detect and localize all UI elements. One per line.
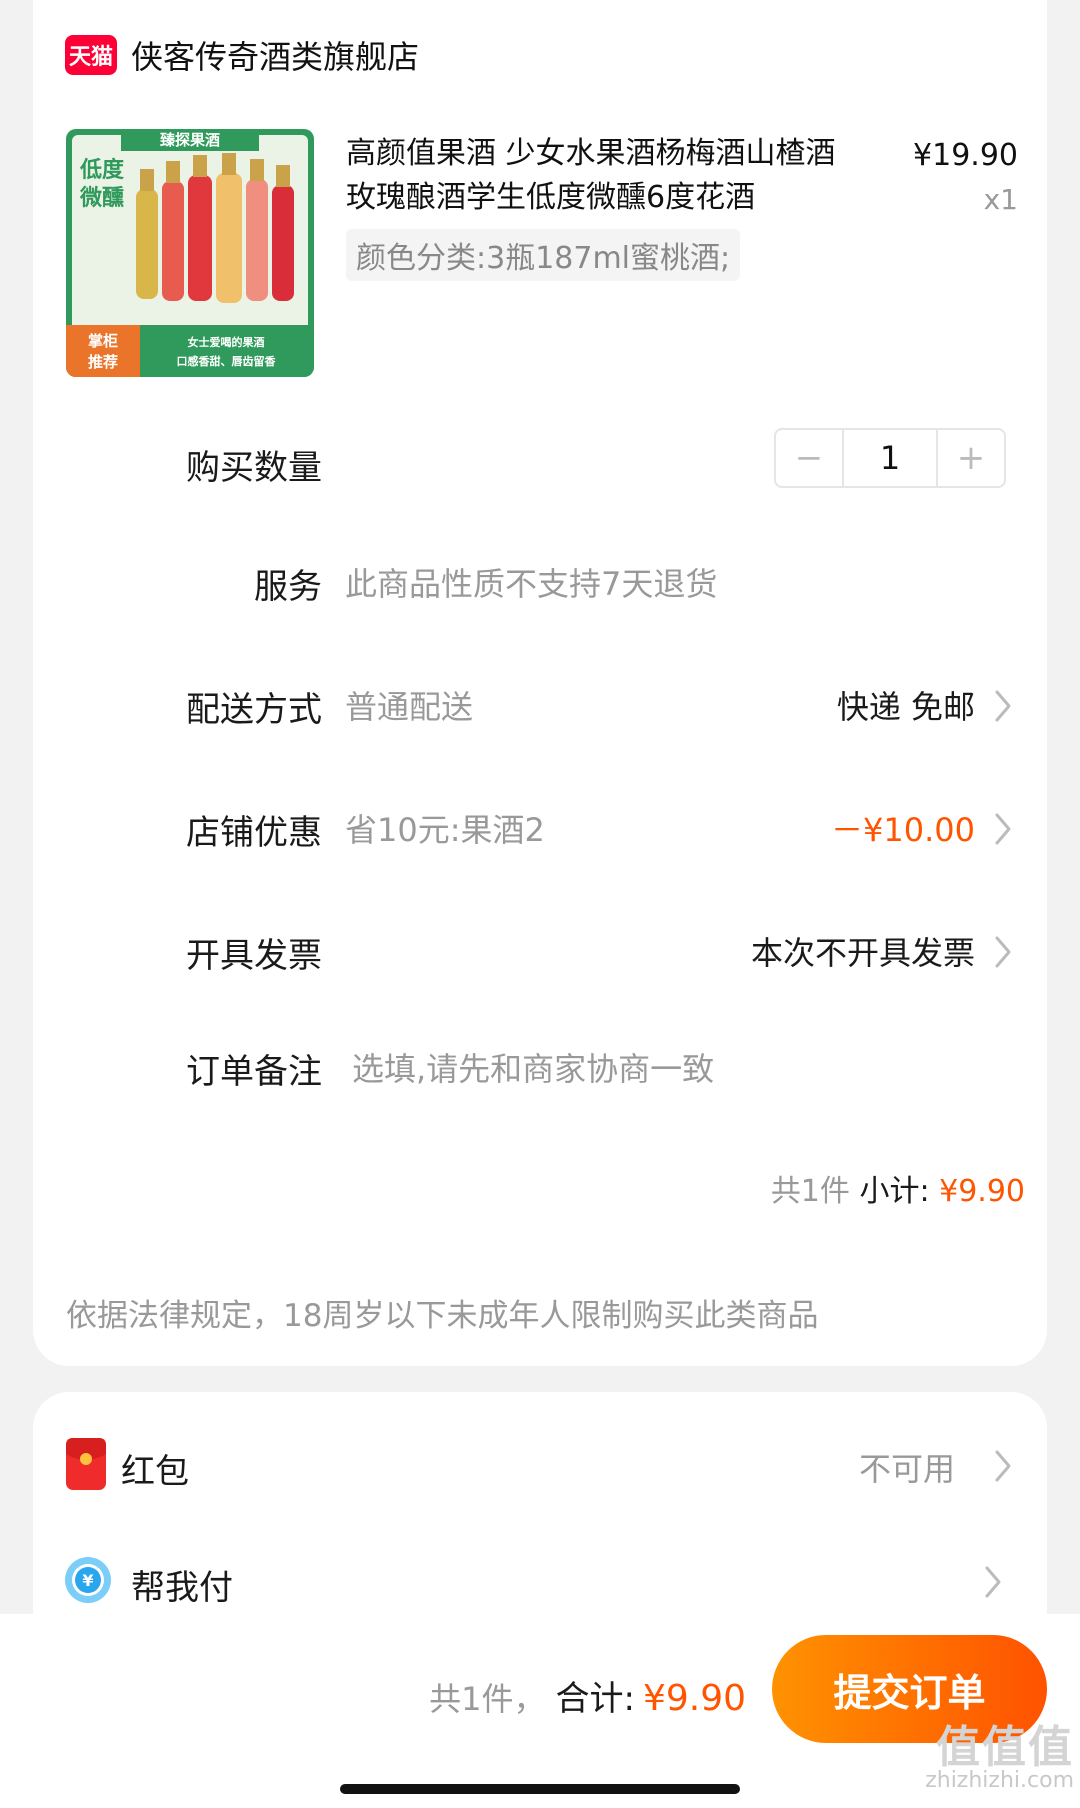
- chevron-right-icon: [995, 1450, 1011, 1482]
- total-amount: ¥9.90: [642, 1678, 746, 1719]
- image-side-text-2: 微醺: [79, 185, 124, 211]
- delivery-label: 配送方式: [186, 690, 322, 730]
- purchase-quantity-row: 购买数量 − 1 +: [33, 428, 1047, 494]
- chevron-right-icon: [985, 1566, 1001, 1598]
- chevron-right-icon: [995, 813, 1011, 845]
- tmall-logo: 天猫: [65, 35, 117, 75]
- chevron-right-icon: [995, 936, 1011, 968]
- product-quantity: x1: [983, 183, 1018, 216]
- purchase-quantity-label: 购买数量: [186, 448, 322, 488]
- shop-header[interactable]: 天猫 侠客传奇酒类旗舰店: [65, 30, 419, 80]
- shop-name: 侠客传奇酒类旗舰店: [131, 38, 420, 76]
- product-image-illustration: 臻探果酒 低度 微醺 掌柜 推荐 女士爱喝的果酒 口感香甜、唇齿留香: [66, 129, 314, 377]
- order-remark-row: 订单备注 选填,请先和商家协商一致: [33, 1038, 1047, 1098]
- invoice-value: 本次不开具发票: [750, 934, 975, 972]
- image-side-text-1: 低度: [79, 157, 125, 183]
- delivery-value: 普通配送: [345, 688, 474, 726]
- shop-discount-label: 店铺优惠: [186, 813, 322, 853]
- service-value: 此商品性质不支持7天退货: [345, 565, 718, 603]
- delivery-row[interactable]: 配送方式 普通配送 快递 免邮: [33, 676, 1047, 736]
- age-restriction-notice: 依据法律规定，18周岁以下未成年人限制购买此类商品: [66, 1298, 819, 1334]
- product-title[interactable]: 高颜值果酒 少女水果酒杨梅酒山楂酒玫瑰酿酒学生低度微醺6度花酒: [346, 132, 856, 220]
- plus-button[interactable]: +: [938, 430, 1004, 486]
- image-corner-text-2: 推荐: [88, 353, 118, 371]
- watermark-url: zhizhizhi.com: [925, 1768, 1074, 1793]
- red-packet-status: 不可用: [858, 1450, 955, 1488]
- service-label: 服务: [254, 567, 322, 607]
- checkout-bar: 共1件， 合计: ¥9.90 提交订单 值值值 zhizhizhi.com: [0, 1614, 1080, 1808]
- invoice-label: 开具发票: [186, 936, 322, 976]
- subtotal-amount: ¥9.90: [939, 1174, 1025, 1209]
- service-row: 服务 此商品性质不支持7天退货: [33, 553, 1047, 613]
- minus-button[interactable]: −: [776, 430, 842, 486]
- sku-tag[interactable]: 颜色分类:3瓶187ml蜜桃酒;: [346, 229, 741, 281]
- chevron-right-icon: [995, 690, 1011, 722]
- order-remark-label: 订单备注: [186, 1052, 322, 1092]
- svg-text:¥: ¥: [82, 1571, 93, 1590]
- pay-for-me-icon: ¥: [65, 1557, 111, 1603]
- invoice-row[interactable]: 开具发票 本次不开具发票: [33, 922, 1047, 982]
- delivery-method: 快递 免邮: [836, 688, 975, 726]
- quantity-input[interactable]: 1: [842, 430, 938, 486]
- subtotal: 共1件 小计: ¥9.90: [771, 1166, 1025, 1210]
- image-bottom-text-1: 女士爱喝的果酒: [188, 335, 265, 349]
- subtotal-label: 小计:: [859, 1174, 930, 1209]
- total-count: 共1件，: [429, 1680, 546, 1718]
- order-remark-input[interactable]: 选填,请先和商家协商一致: [352, 1044, 714, 1090]
- total-label: 合计:: [555, 1679, 635, 1719]
- quantity-stepper: − 1 +: [774, 428, 1006, 488]
- image-top-text: 臻探果酒: [160, 131, 220, 149]
- pay-for-me-row[interactable]: ¥ 帮我付: [33, 1552, 1047, 1612]
- red-packet-label: 红包: [121, 1452, 189, 1492]
- shop-discount-value: 省10元:果酒2: [345, 811, 545, 849]
- subtotal-count: 共1件: [770, 1174, 850, 1209]
- pay-for-me-label: 帮我付: [131, 1568, 233, 1608]
- product-thumbnail[interactable]: 臻探果酒 低度 微醺 掌柜 推荐 女士爱喝的果酒 口感香甜、唇齿留香: [66, 129, 314, 377]
- image-corner-text-1: 掌柜: [88, 332, 118, 350]
- total-summary: 共1件， 合计: ¥9.90: [429, 1671, 746, 1720]
- red-packet-row[interactable]: 红包 不可用: [33, 1436, 1047, 1496]
- red-packet-icon: [66, 1438, 106, 1490]
- watermark-brand: 值值值: [936, 1722, 1074, 1773]
- home-indicator[interactable]: [340, 1784, 740, 1794]
- product-price: ¥19.90: [913, 138, 1018, 173]
- shop-discount-amount: －¥10.00: [831, 811, 975, 849]
- watermark: 值值值 zhizhizhi.com: [925, 1726, 1074, 1792]
- order-card: 天猫 侠客传奇酒类旗舰店 臻探果酒 低度 微醺 掌柜 推荐 女士爱喝的果酒 口感…: [33, 0, 1047, 1366]
- image-bottom-text-2: 口感香甜、唇齿留香: [177, 354, 277, 368]
- payment-card: 红包 不可用 ¥ 帮我付: [33, 1392, 1047, 1632]
- shop-discount-row[interactable]: 店铺优惠 省10元:果酒2 －¥10.00: [33, 799, 1047, 859]
